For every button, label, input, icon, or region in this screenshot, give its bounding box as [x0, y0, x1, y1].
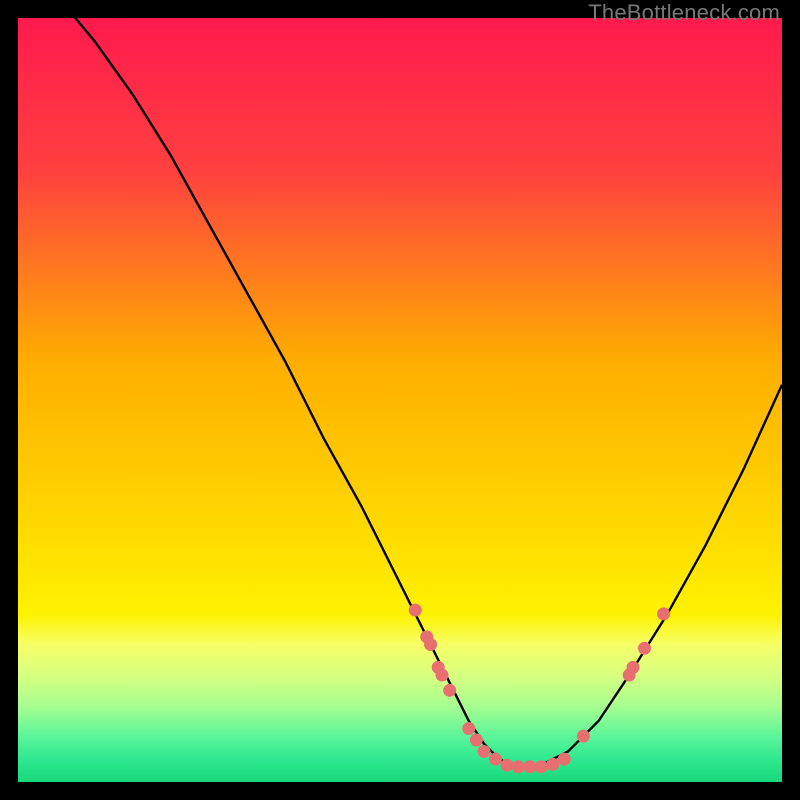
highlight-dot	[535, 760, 548, 773]
highlight-dot	[500, 759, 513, 772]
highlight-dot	[462, 722, 475, 735]
highlight-dot	[546, 758, 559, 771]
highlight-dot	[512, 760, 525, 773]
highlight-dot	[577, 730, 590, 743]
highlight-dot	[558, 753, 571, 766]
watermark-text: TheBottleneck.com	[588, 0, 780, 26]
highlight-dot	[638, 642, 651, 655]
highlight-dot	[436, 669, 449, 682]
highlight-dot	[478, 745, 491, 758]
highlight-dot	[627, 661, 640, 674]
highlight-dot	[657, 607, 670, 620]
highlight-dot	[409, 604, 422, 617]
bottleneck-chart	[18, 18, 782, 782]
highlight-dot	[489, 753, 502, 766]
highlight-dot	[470, 733, 483, 746]
gradient-background	[18, 18, 782, 782]
highlight-dot	[523, 760, 536, 773]
highlight-dot	[424, 638, 437, 651]
chart-frame	[18, 18, 782, 782]
highlight-dot	[443, 684, 456, 697]
